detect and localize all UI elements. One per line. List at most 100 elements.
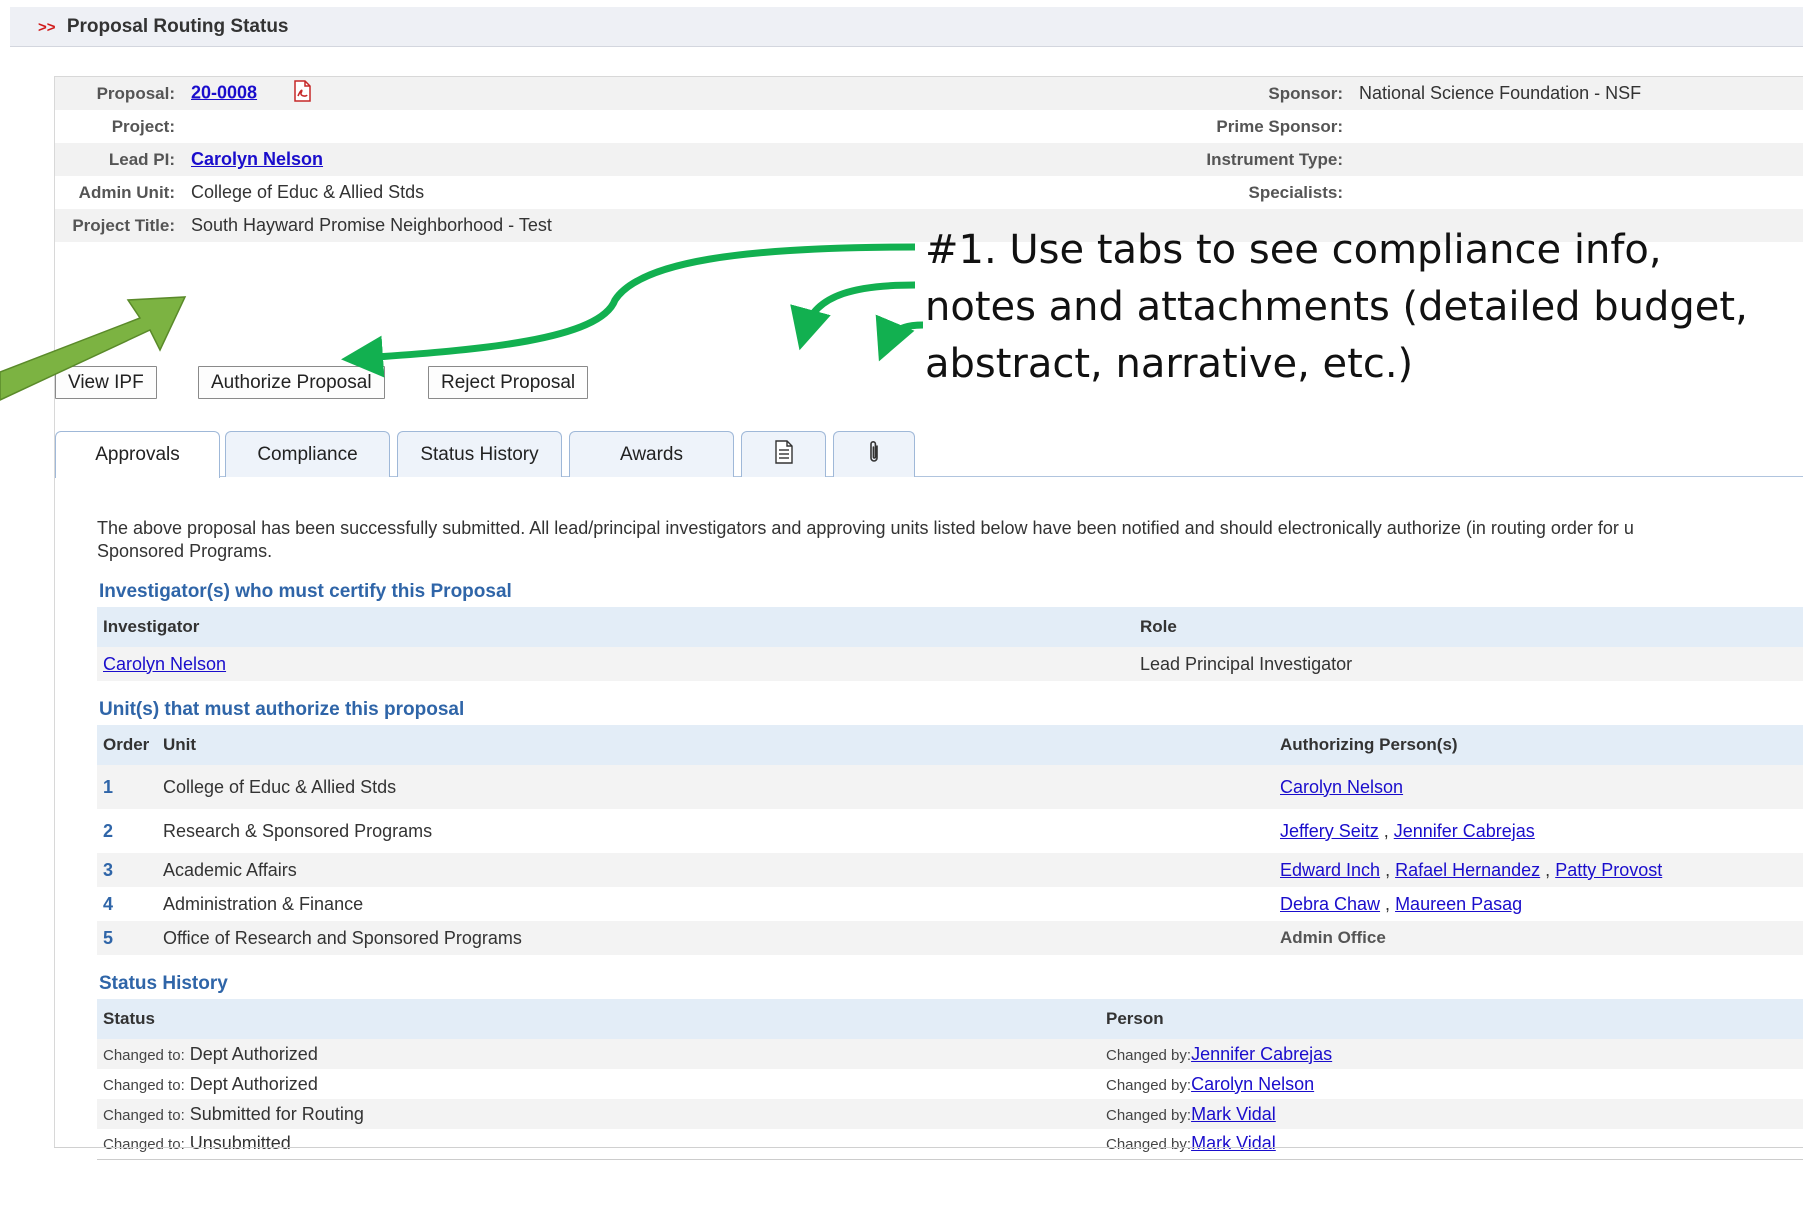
proposal-value-cell: 20-0008 [191, 80, 1091, 107]
tab-awards[interactable]: Awards [569, 431, 734, 477]
changed-to-label: Changed to: [103, 1136, 185, 1154]
approvals-content: The above proposal has been successfully… [97, 517, 1803, 1160]
reject-proposal-button[interactable]: Reject Proposal [428, 366, 589, 399]
lead-pi-label: Lead PI: [108, 149, 175, 169]
info-row-project: Project: Prime Sponsor: [55, 110, 1803, 143]
instrument-type-label: Instrument Type: [1206, 149, 1343, 169]
tab-approvals[interactable]: Approvals [55, 431, 220, 478]
tab-compliance-label: Compliance [257, 443, 358, 465]
investigator-role: Lead Principal Investigator [1134, 647, 1803, 681]
annotation-line3: abstract, narrative, etc.) [925, 341, 1414, 387]
lead-pi-link[interactable]: Carolyn Nelson [191, 149, 323, 169]
tab-bar: Approvals Compliance Status History Awar… [55, 431, 1803, 478]
person-link[interactable]: Maureen Pasag [1395, 894, 1522, 914]
person-link[interactable]: Mark Vidal [1191, 1104, 1276, 1124]
table-row: 5 Office of Research and Sponsored Progr… [97, 921, 1803, 955]
investigator-link[interactable]: Carolyn Nelson [103, 654, 226, 674]
person-link[interactable]: Mark Vidal [1191, 1133, 1276, 1153]
unit-order: 4 [103, 893, 114, 914]
status-history-table: Status Person Changed to: Dept Authorize… [97, 999, 1803, 1160]
status-value: Unsubmitted [189, 1133, 291, 1154]
lead-pi-cell: Carolyn Nelson [191, 149, 1091, 170]
col-status: Status [97, 999, 1100, 1039]
page-header: >> Proposal Routing Status [10, 7, 1803, 47]
tab-awards-label: Awards [619, 443, 683, 465]
view-ipf-button[interactable]: View IPF [55, 366, 157, 399]
person-link[interactable]: Jeffery Seitz [1280, 821, 1379, 841]
admin-unit-label: Admin Unit: [78, 182, 175, 202]
pdf-icon[interactable] [292, 80, 312, 107]
col-persons: Authorizing Person(s) [1274, 725, 1803, 765]
table-row: Changed to: Dept Authorized Changed by:C… [97, 1069, 1803, 1099]
annotation-line1: #1. Use tabs to see compliance info, [925, 227, 1662, 273]
person-link[interactable]: Rafael Hernandez [1395, 860, 1540, 880]
unit-name: College of Educ & Allied Stds [157, 765, 1274, 809]
unit-name: Academic Affairs [157, 853, 1274, 887]
table-row: Changed to: Dept Authorized Changed by:J… [97, 1039, 1803, 1069]
notes-icon [774, 439, 794, 470]
tab-status-history-label: Status History [420, 443, 539, 465]
tab-compliance[interactable]: Compliance [225, 431, 390, 477]
intro-line2: Sponsored Programs. [97, 541, 273, 561]
tab-status-history[interactable]: Status History [397, 431, 562, 477]
tab-attachments[interactable] [833, 431, 915, 477]
units-title: Unit(s) that must authorize this proposa… [99, 699, 465, 720]
unit-name: Office of Research and Sponsored Program… [157, 921, 1274, 955]
admin-office-text: Admin Office [1274, 921, 1803, 955]
proposal-number-link[interactable]: 20-0008 [191, 82, 257, 102]
intro-text: The above proposal has been successfully… [97, 517, 1803, 563]
table-row: 3 Academic Affairs Edward Inch , Rafael … [97, 853, 1803, 887]
project-title-label: Project Title: [72, 215, 175, 235]
admin-unit-value: College of Educ & Allied Stds [191, 182, 425, 202]
info-row-admin-unit: Admin Unit: College of Educ & Allied Std… [55, 176, 1803, 209]
changed-to-label: Changed to: [103, 1076, 185, 1094]
unit-order: 2 [103, 820, 114, 841]
sponsor-value: National Science Foundation - NSF [1359, 83, 1642, 103]
col-unit: Unit [157, 725, 1274, 765]
specialists-label: Specialists: [1248, 182, 1344, 202]
prime-sponsor-label: Prime Sponsor: [1216, 116, 1343, 136]
info-row-proposal: Proposal: 20-0008 Sponsor: National Scie… [55, 77, 1803, 110]
status-value: Submitted for Routing [189, 1103, 364, 1124]
annotation-line2: notes and attachments (detailed budget, [925, 284, 1748, 330]
person-link[interactable]: Carolyn Nelson [1191, 1074, 1314, 1094]
changed-by-label: Changed by: [1106, 1136, 1192, 1154]
changed-to-label: Changed to: [103, 1106, 185, 1124]
intro-line1: The above proposal has been successfully… [97, 518, 1634, 538]
person-link[interactable]: Patty Provost [1555, 860, 1662, 880]
tab-notes[interactable] [741, 431, 826, 477]
table-row: Changed to: Submitted for Routing Change… [97, 1099, 1803, 1129]
status-value: Dept Authorized [189, 1073, 318, 1094]
col-investigator: Investigator [97, 607, 1134, 647]
col-role: Role [1134, 607, 1803, 647]
sponsor-label: Sponsor: [1268, 83, 1343, 103]
project-label: Project: [111, 116, 175, 136]
changed-by-label: Changed by: [1106, 1046, 1192, 1064]
unit-order: 1 [97, 765, 157, 809]
investigators-table: Investigator Role Carolyn Nelson Lead Pr… [97, 607, 1803, 681]
annotation-callout: #1. Use tabs to see compliance info, not… [925, 222, 1785, 393]
table-row: Carolyn Nelson Lead Principal Investigat… [97, 647, 1803, 681]
person-link[interactable]: Jennifer Cabrejas [1191, 1044, 1332, 1064]
status-value: Dept Authorized [189, 1043, 318, 1064]
authorize-proposal-button[interactable]: Authorize Proposal [198, 366, 385, 399]
person-link[interactable]: Debra Chaw [1280, 894, 1380, 914]
status-history-title: Status History [99, 973, 228, 994]
unit-name: Administration & Finance [163, 893, 364, 914]
changed-to-label: Changed to: [103, 1046, 185, 1064]
table-row: 2 Research & Sponsored Programs Jeffery … [97, 809, 1803, 853]
col-order: Order [97, 725, 157, 765]
info-row-lead-pi: Lead PI: Carolyn Nelson Instrument Type: [55, 143, 1803, 176]
changed-by-label: Changed by: [1106, 1076, 1192, 1094]
table-row: 4 Administration & Finance Debra Chaw , … [97, 887, 1803, 921]
tab-approvals-label: Approvals [95, 444, 180, 465]
proposal-info: Proposal: 20-0008 Sponsor: National Scie… [55, 77, 1803, 242]
investigators-title: Investigator(s) who must certify this Pr… [99, 581, 512, 602]
col-person: Person [1100, 999, 1803, 1039]
units-table: Order Unit Authorizing Person(s) 1 Colle… [97, 725, 1803, 955]
unit-name: Research & Sponsored Programs [163, 820, 433, 841]
person-link[interactable]: Edward Inch [1280, 860, 1380, 880]
person-link[interactable]: Carolyn Nelson [1280, 777, 1403, 797]
table-row: Changed to: Unsubmitted Changed by:Mark … [97, 1129, 1803, 1159]
person-link[interactable]: Jennifer Cabrejas [1394, 821, 1535, 841]
